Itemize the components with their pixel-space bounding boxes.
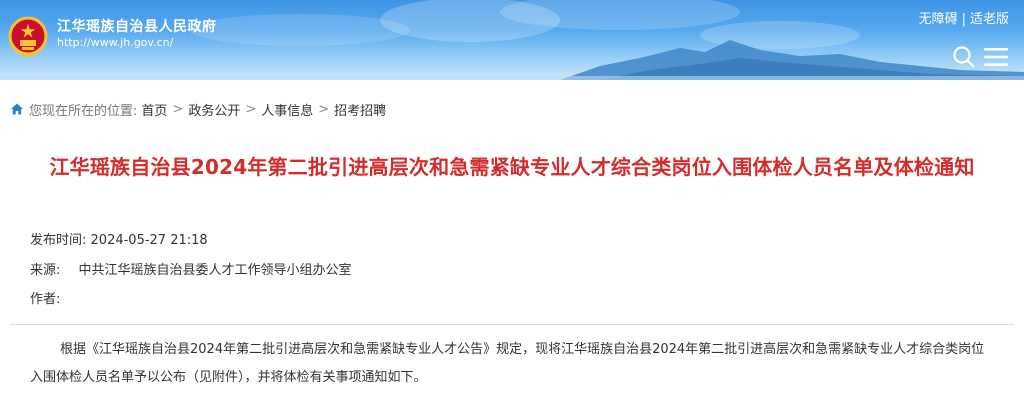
breadcrumb-recruitment[interactable]: 招考招聘: [334, 100, 386, 119]
article-body: 根据《江华瑶族自治县2024年第二批引进高层次和急需紧缺专业人才公告》规定，现将…: [30, 342, 985, 385]
search-icon[interactable]: [952, 45, 976, 69]
publish-date-label: 发布时间:: [30, 233, 87, 248]
breadcrumb: 您现在所在的位置: 首页 > 政务公开 > 人事信息 > 招考招聘: [10, 98, 386, 120]
breadcrumb-prefix: 您现在所在的位置:: [29, 103, 138, 119]
breadcrumb-personnel-info[interactable]: 人事信息: [261, 100, 313, 119]
accessibility-link[interactable]: 无障碍: [919, 12, 958, 27]
top-links-separator: |: [961, 12, 966, 27]
article-source: 来源: 中共江华瑶族自治县委人才工作领导小组办公室: [30, 259, 352, 278]
site-url: http://www.jh.gov.cn/: [57, 36, 174, 49]
source-label: 来源:: [30, 263, 61, 278]
home-icon: [11, 103, 23, 115]
publish-date: 发布时间: 2024-05-27 21:18: [30, 229, 208, 248]
top-links: 无障碍 | 适老版: [919, 8, 1009, 27]
national-emblem-icon: [8, 16, 48, 57]
site-name[interactable]: 江华瑶族自治县人民政府: [57, 16, 217, 36]
breadcrumb-home[interactable]: 首页: [141, 100, 167, 119]
article-title: 江华瑶族自治县2024年第二批引进高层次和急需紧缺专业人才综合类岗位入围体检人员…: [49, 155, 975, 179]
publish-date-value: 2024-05-27 21:18: [90, 233, 208, 248]
source-value: 中共江华瑶族自治县委人才工作领导小组办公室: [78, 263, 352, 278]
breadcrumb-separator: >: [245, 101, 257, 117]
meta-divider: [10, 324, 1014, 325]
elderly-mode-link[interactable]: 适老版: [970, 12, 1009, 27]
menu-icon[interactable]: [983, 45, 1009, 69]
author-label: 作者:: [30, 292, 61, 307]
breadcrumb-separator: >: [318, 101, 330, 117]
breadcrumb-government-affairs[interactable]: 政务公开: [188, 100, 240, 119]
site-header: 江华瑶族自治县人民政府 http://www.jh.gov.cn/ 无障碍 | 适老…: [0, 0, 1024, 80]
breadcrumb-separator: >: [172, 101, 184, 117]
article-author: 作者:: [30, 288, 60, 307]
